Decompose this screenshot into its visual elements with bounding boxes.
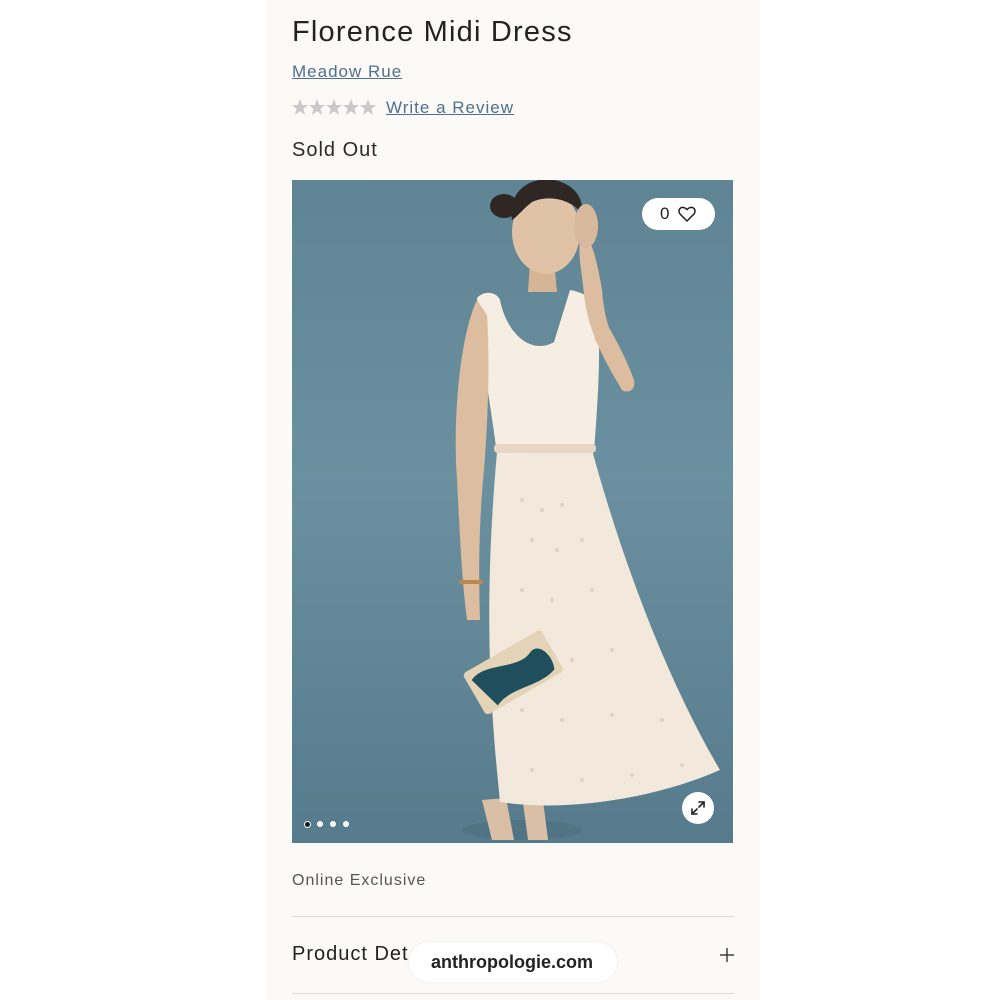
star-rating[interactable] (292, 97, 376, 119)
brand-link[interactable]: Meadow Rue (292, 62, 402, 82)
stock-status: Sold Out (292, 139, 378, 161)
plus-icon (720, 948, 734, 962)
carousel-dot[interactable] (330, 821, 336, 827)
write-review-link[interactable]: Write a Review (386, 98, 514, 118)
carousel-dot[interactable] (304, 821, 311, 828)
star-icon (292, 99, 308, 115)
online-exclusive-tag: Online Exclusive (292, 872, 427, 889)
product-page: Florence Midi Dress Meadow Rue Write a R… (266, 0, 760, 1000)
product-photo (455, 180, 720, 840)
star-icon (343, 99, 359, 115)
watermark-text: anthropologie.com (431, 952, 593, 972)
expand-arrows-icon (691, 801, 705, 815)
product-details-label: Product Det (292, 943, 409, 965)
product-image-gallery[interactable]: 0 (292, 180, 733, 843)
heart-outline-icon (678, 206, 696, 222)
star-icon (309, 99, 325, 115)
star-icon (360, 99, 376, 115)
wishlist-count: 0 (660, 204, 670, 223)
source-watermark: anthropologie.com (409, 942, 617, 982)
zoom-button[interactable] (682, 792, 714, 824)
divider (292, 916, 734, 917)
carousel-dot[interactable] (343, 821, 349, 827)
product-title: Florence Midi Dress (292, 16, 573, 48)
carousel-dot[interactable] (317, 821, 323, 827)
wishlist-button[interactable]: 0 (642, 198, 715, 230)
divider (292, 993, 734, 994)
star-icon (326, 99, 342, 115)
